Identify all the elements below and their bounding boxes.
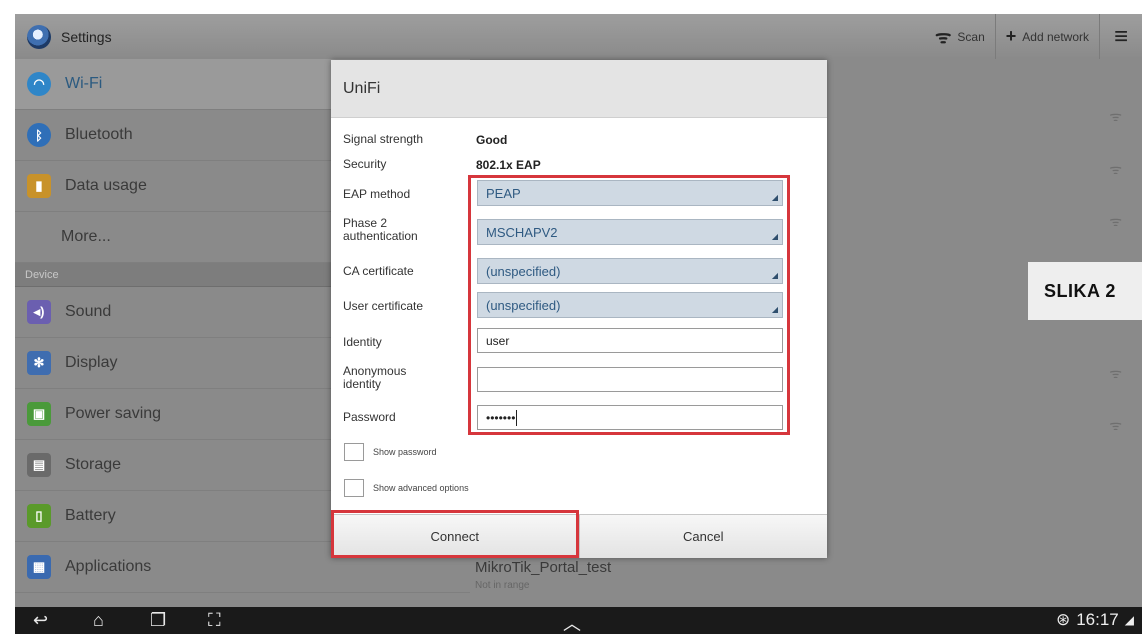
scan-label: Scan: [957, 29, 985, 44]
power-saving-icon: ▣: [27, 402, 51, 426]
app-title-area[interactable]: Settings: [15, 24, 112, 49]
highlight-box-fields: [468, 175, 790, 435]
overflow-menu-icon[interactable]: ≡: [1098, 14, 1142, 59]
app-title: Settings: [61, 28, 112, 45]
password-label: Password: [343, 410, 396, 424]
wifi-secure-signal-icon: ᯤ: [1109, 213, 1122, 229]
sidebar-item-label: Data usage: [65, 177, 147, 194]
wifi-connect-dialog: UniFi Signal strength Good Security 802.…: [331, 60, 827, 558]
status-time: 16:17: [1076, 610, 1119, 629]
show-password-option[interactable]: Show password: [344, 443, 437, 461]
screenshot-icon[interactable]: ⛶: [208, 610, 221, 631]
show-password-checkbox[interactable]: [344, 443, 364, 461]
sound-icon: ◂): [27, 300, 51, 324]
settings-app-icon: [27, 24, 51, 49]
wifi-secure-signal-icon: ᯤ: [1109, 417, 1122, 433]
add-network-label: Add network: [1022, 29, 1089, 44]
identity-label: Identity: [343, 335, 382, 349]
display-icon: ✻: [27, 351, 51, 375]
anonymous-identity-label-line2: identity: [343, 377, 382, 391]
sidebar-item-label: More...: [61, 228, 111, 245]
network-name: MikroTik_Portal_test: [475, 559, 612, 576]
sidebar-item-label: Sound: [65, 303, 112, 320]
network-status: Not in range: [475, 580, 530, 591]
sidebar-item-label: Battery: [65, 507, 116, 524]
battery-icon: ▯: [27, 504, 51, 528]
ca-certificate-label: CA certificate: [343, 264, 414, 278]
chevron-up-icon[interactable]: ︿: [563, 610, 581, 634]
network-item-mikrotik[interactable]: MikroTik_Portal_test Not in range: [475, 559, 611, 591]
anonymous-identity-label: Anonymous identity: [343, 365, 406, 391]
figure-label: SLIKA 2: [1028, 262, 1142, 320]
show-advanced-option[interactable]: Show advanced options: [344, 479, 469, 497]
sidebar-item-label: Wi-Fi: [65, 75, 103, 92]
sidebar-item-label: Bluetooth: [65, 126, 133, 143]
cancel-button[interactable]: Cancel: [578, 515, 827, 558]
highlight-box-connect: [331, 510, 579, 558]
sidebar-item-label: Storage: [65, 456, 122, 473]
wifi-icon: ◠: [27, 72, 51, 96]
wifi-secure-signal-icon: ᯤ: [1109, 161, 1122, 177]
wifi-signal-icon: ᯤ: [1109, 108, 1122, 124]
bluetooth-icon: ᛒ: [27, 123, 51, 147]
phase2-label-line1: Phase 2: [343, 216, 388, 230]
signal-icon: ◢: [1124, 613, 1134, 627]
eap-method-label: EAP method: [343, 187, 411, 201]
sidebar-item-label: Display: [65, 354, 118, 371]
signal-strength-label: Signal strength: [343, 132, 424, 146]
user-certificate-label: User certificate: [343, 299, 424, 313]
system-nav-bar: ↩ ⌂ ❐ ⛶ ︿ ⊛ 16:17 ◢: [15, 607, 1142, 634]
scan-button[interactable]: ᯤ Scan: [925, 14, 995, 59]
anonymous-identity-label-line1: Anonymous: [343, 364, 407, 378]
storage-icon: ▤: [27, 453, 51, 477]
wifi-secure-signal-icon: ᯤ: [1109, 365, 1122, 381]
home-icon[interactable]: ⌂: [93, 610, 104, 631]
status-area: ⊛ 16:17 ◢: [1056, 610, 1134, 630]
add-network-button[interactable]: + Add network: [994, 14, 1099, 59]
recent-apps-icon[interactable]: ❐: [150, 610, 166, 631]
security-label: Security: [343, 157, 387, 171]
show-password-label: Show password: [373, 447, 437, 457]
action-bar: Settings ᯤ Scan + Add network ≡: [15, 14, 1142, 59]
action-bar-actions: ᯤ Scan + Add network ≡: [925, 14, 1142, 59]
dialog-title: UniFi: [331, 60, 827, 118]
data-usage-icon: ▮: [27, 174, 51, 198]
plus-icon: +: [1005, 26, 1017, 46]
show-advanced-checkbox[interactable]: [344, 479, 364, 497]
show-advanced-label: Show advanced options: [373, 483, 469, 493]
scan-icon: ᯤ: [934, 26, 952, 47]
back-icon[interactable]: ↩: [33, 610, 48, 631]
clock-icon: ⊛: [1055, 610, 1071, 629]
applications-icon: ▦: [27, 555, 51, 579]
sidebar-item-label: Applications: [65, 558, 152, 575]
security-value: 802.1x EAP: [476, 158, 541, 172]
sidebar-item-label: Power saving: [65, 405, 162, 422]
signal-strength-value: Good: [476, 133, 508, 147]
phase2-label: Phase 2 authentication: [343, 217, 418, 243]
phase2-label-line2: authentication: [343, 229, 418, 243]
